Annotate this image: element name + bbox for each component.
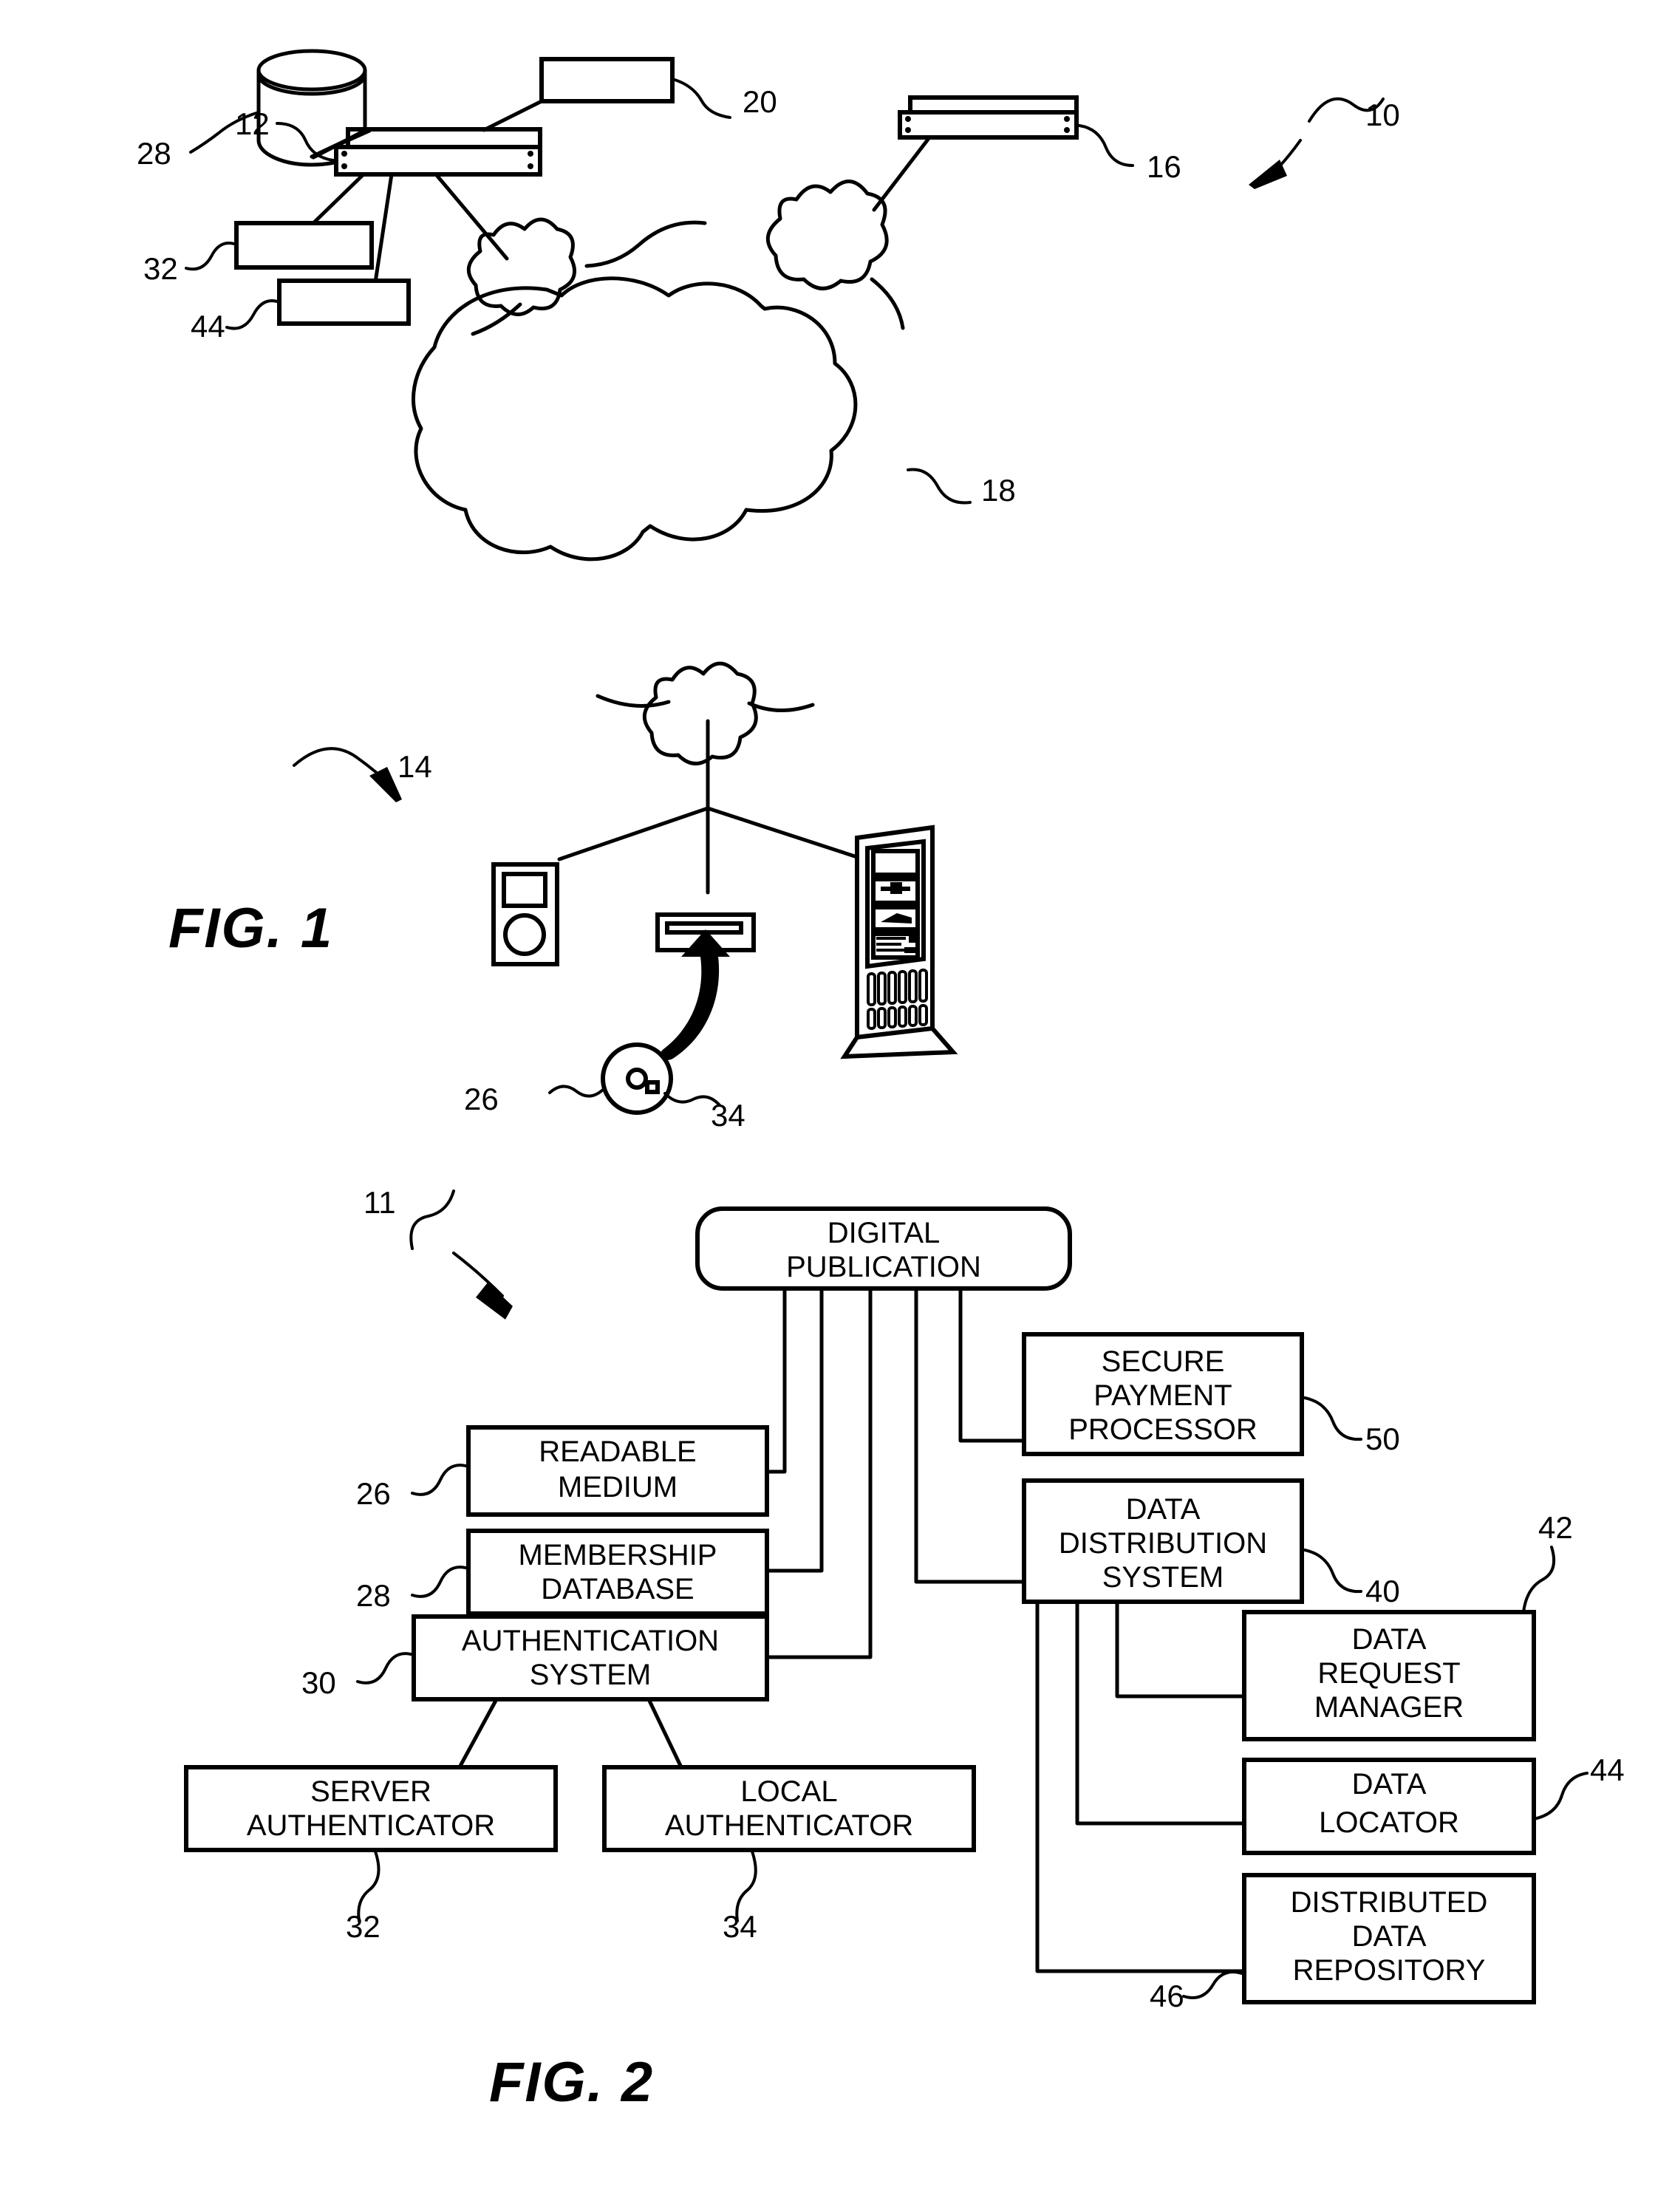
- label-data-locator-l1: DATA: [1352, 1768, 1427, 1800]
- label-distributed-repo-l3: REPOSITORY: [1293, 1954, 1486, 1987]
- label-digital-publication-l2: PUBLICATION: [786, 1251, 981, 1283]
- ref-f2-28: 28: [356, 1578, 391, 1613]
- ref-f2-26: 26: [356, 1476, 391, 1511]
- label-readable-medium-l1: READABLE: [539, 1436, 696, 1468]
- ref-f2-50: 50: [1365, 1421, 1400, 1456]
- ref-f2-32: 32: [346, 1909, 381, 1944]
- ref-f2-34: 34: [723, 1909, 757, 1944]
- label-distributed-repo-l2: DATA: [1352, 1920, 1427, 1953]
- label-data-distribution-l2: DISTRIBUTION: [1059, 1527, 1267, 1560]
- ref-f2-40: 40: [1365, 1574, 1400, 1608]
- label-authentication-system-l2: SYSTEM: [530, 1659, 651, 1691]
- label-readable-medium-l2: MEDIUM: [558, 1471, 678, 1503]
- figure-2-label: FIG. 2: [489, 2051, 654, 2114]
- figure-2-text: DIGITAL PUBLICATION READABLE MEDIUM MEMB…: [247, 1185, 1625, 2114]
- label-data-distribution-l3: SYSTEM: [1102, 1561, 1224, 1594]
- label-local-authenticator-l2: AUTHENTICATOR: [665, 1809, 913, 1842]
- label-data-locator-l2: LOCATOR: [1319, 1806, 1459, 1839]
- label-data-distribution-l1: DATA: [1126, 1493, 1201, 1526]
- ref-f2-30: 30: [301, 1665, 336, 1700]
- label-secure-payment-l2: PAYMENT: [1093, 1379, 1232, 1412]
- label-server-authenticator-l1: SERVER: [310, 1775, 431, 1808]
- label-membership-database-l1: MEMBERSHIP: [519, 1539, 717, 1571]
- label-digital-publication-l1: DIGITAL: [828, 1217, 941, 1249]
- label-data-request-l2: REQUEST: [1317, 1657, 1460, 1690]
- patent-drawing-sheet: 28 20 12 16 10 32 18 44 14 26 34 FIG. 1: [0, 0, 1655, 2212]
- label-membership-database-l2: DATABASE: [541, 1573, 694, 1605]
- label-data-request-l3: MANAGER: [1314, 1691, 1464, 1724]
- label-local-authenticator-l1: LOCAL: [740, 1775, 837, 1808]
- ref-f2-42: 42: [1538, 1510, 1573, 1545]
- ref-11: 11: [364, 1185, 396, 1220]
- label-authentication-system-l1: AUTHENTICATION: [462, 1625, 719, 1657]
- ref-f2-46: 46: [1150, 1979, 1184, 2013]
- ref-f2-44: 44: [1590, 1752, 1625, 1787]
- label-secure-payment-l3: PROCESSOR: [1068, 1413, 1258, 1446]
- label-server-authenticator-l2: AUTHENTICATOR: [247, 1809, 495, 1842]
- label-data-request-l1: DATA: [1352, 1623, 1427, 1656]
- label-distributed-repo-l1: DISTRIBUTED: [1291, 1886, 1488, 1919]
- label-secure-payment-l1: SECURE: [1102, 1345, 1225, 1378]
